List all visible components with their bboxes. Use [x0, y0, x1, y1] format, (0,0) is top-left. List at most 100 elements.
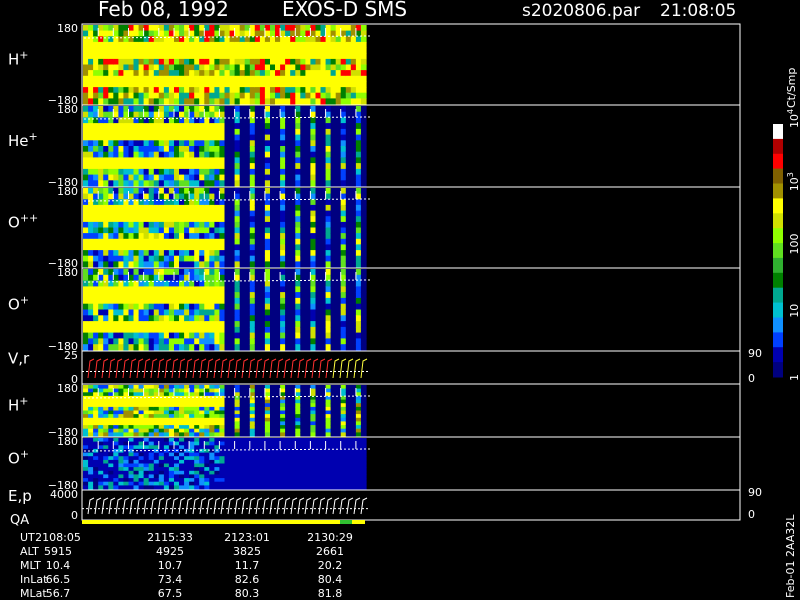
- spectrogram-cell: [264, 106, 271, 113]
- spectrogram-cell: [174, 399, 180, 404]
- spectrogram-cell: [108, 452, 114, 457]
- spectrogram-cell: [128, 428, 135, 433]
- spectrogram-cell: [108, 151, 114, 158]
- spectrogram-cell: [275, 53, 281, 60]
- spectrogram-cell: [179, 485, 185, 490]
- spectrogram-cell: [174, 233, 180, 240]
- spectrogram-cell: [229, 180, 236, 187]
- spectrogram-cell: [168, 297, 175, 305]
- spectrogram-cell: [158, 406, 165, 412]
- spectrogram-cell: [163, 481, 170, 486]
- spectrogram-cell: [275, 98, 281, 105]
- spectrogram-cell: [163, 470, 170, 475]
- spectrogram-cell: [275, 309, 281, 316]
- spectrogram-cell: [158, 210, 165, 217]
- spectrogram-cell: [270, 485, 276, 490]
- spectrogram-cell: [209, 75, 215, 82]
- spectrogram-cell: [285, 30, 291, 37]
- spectrogram-cell: [133, 244, 140, 251]
- spectrogram-cell: [179, 388, 185, 393]
- spectrogram-cell: [194, 269, 200, 276]
- spectrogram-cell: [264, 221, 271, 229]
- spectrogram-cell: [330, 438, 337, 443]
- spectrogram-cell: [83, 70, 89, 77]
- spectrogram-cell: [270, 286, 276, 293]
- spectrogram-cell: [123, 403, 130, 408]
- spectrogram-cell: [189, 474, 195, 479]
- spectrogram-cell: [204, 193, 210, 200]
- spectrogram-cell: [83, 238, 89, 245]
- spectrogram-cell: [194, 459, 200, 465]
- spectrogram-cell: [239, 414, 246, 419]
- spectrogram-cell: [320, 467, 327, 472]
- spectrogram-cell: [83, 414, 89, 419]
- spectrogram-cell: [93, 321, 99, 328]
- spectrogram-cell: [285, 474, 291, 479]
- spectrogram-cell: [254, 174, 261, 181]
- spectrogram-cell: [194, 338, 200, 345]
- spectrogram-cell: [285, 485, 291, 490]
- spectrogram-cell: [270, 210, 276, 217]
- spectrogram-cell: [300, 210, 306, 217]
- spectrogram-cell: [239, 470, 246, 475]
- spectrogram-cell: [128, 438, 135, 443]
- spectrogram-cell: [163, 261, 170, 268]
- spectrogram-cell: [93, 128, 99, 136]
- spectrogram-cell: [199, 315, 205, 322]
- spectrogram-cell: [83, 244, 89, 251]
- spectrogram-cell: [345, 332, 352, 339]
- spectrogram-cell: [168, 478, 175, 483]
- spectrogram-cell: [83, 204, 89, 212]
- spectrogram-cell: [350, 81, 357, 88]
- right-axis-top: 90: [748, 347, 762, 360]
- spectrogram-cell: [184, 485, 190, 490]
- spectrogram-cell: [300, 315, 306, 322]
- spectrogram-cell: [290, 47, 296, 54]
- spectrogram-cell: [148, 163, 155, 170]
- spectrogram-cell: [118, 174, 125, 181]
- spectrogram-cell: [219, 441, 226, 446]
- spectrogram-cell: [123, 168, 130, 176]
- spectrogram-cell: [315, 151, 322, 158]
- spectrogram-cell: [174, 481, 180, 486]
- spectrogram-cell: [224, 428, 231, 433]
- spectrogram-cell: [118, 193, 125, 200]
- spectrogram-cell: [315, 326, 322, 334]
- spectrogram-cell: [98, 47, 104, 54]
- spectrogram-cell: [320, 344, 327, 351]
- spectrogram-cell: [184, 309, 190, 316]
- spectrogram-cell: [209, 470, 215, 475]
- spectrogram-cell: [355, 53, 362, 60]
- spectrogram-cell: [249, 485, 256, 490]
- spectrogram-cell: [330, 474, 337, 479]
- spectrogram-cell: [93, 338, 99, 345]
- spectrogram-cell: [88, 146, 94, 153]
- spectrogram-cell: [320, 41, 327, 49]
- qa-bar-flag: [340, 520, 352, 524]
- spectrogram-cell: [103, 106, 109, 113]
- spectrogram-cell: [138, 227, 145, 234]
- spectrogram-cell: [340, 180, 347, 187]
- spectrogram-cell: [264, 58, 271, 66]
- spectrogram-cell: [179, 204, 185, 212]
- spectrogram-cell: [179, 146, 185, 153]
- spectrogram-cell: [158, 474, 165, 479]
- spectrogram-cell: [113, 238, 119, 245]
- spectrogram-cell: [184, 315, 190, 322]
- spectrogram-cell: [335, 463, 342, 468]
- spectrogram-cell: [128, 168, 135, 176]
- spectrogram-cell: [295, 321, 301, 328]
- spectrogram-cell: [174, 292, 180, 299]
- spectrogram-cell: [285, 417, 291, 422]
- spectrogram-cell: [174, 441, 180, 446]
- spectrogram-cell: [295, 438, 301, 443]
- spectrogram-cell: [330, 326, 337, 334]
- spectrogram-cell: [360, 53, 367, 60]
- spectrogram-cell: [88, 87, 94, 94]
- spectrogram-cell: [133, 163, 140, 170]
- spectrogram-cell: [249, 92, 256, 99]
- spectrogram-cell: [174, 163, 180, 170]
- spectrogram-cell: [174, 210, 180, 217]
- colorbar-swatch: [773, 124, 783, 140]
- spectrogram-cell: [88, 459, 94, 465]
